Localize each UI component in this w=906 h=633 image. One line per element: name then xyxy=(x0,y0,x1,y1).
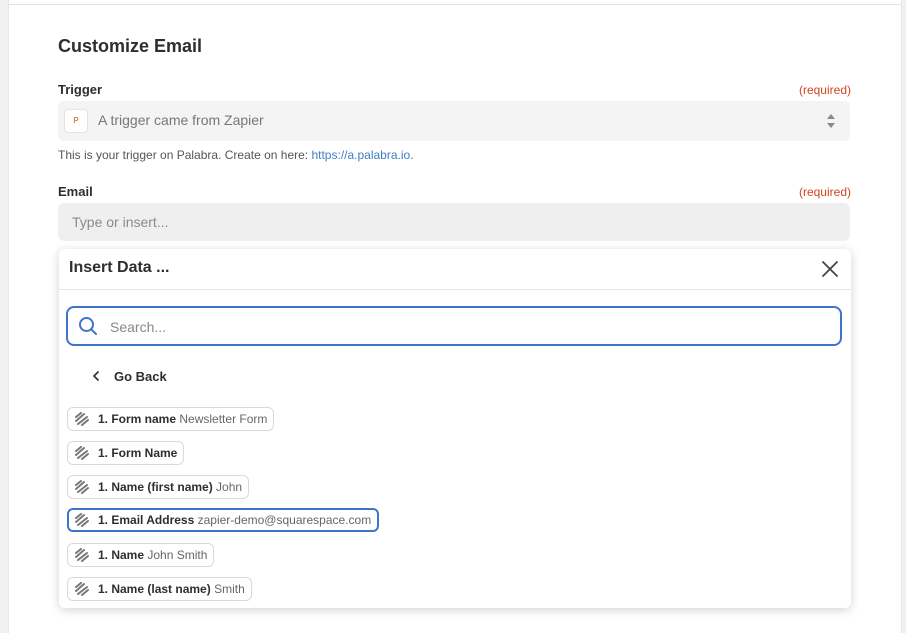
trigger-label: Trigger xyxy=(58,82,103,97)
trigger-value: A trigger came from Zapier xyxy=(98,112,264,128)
squarespace-icon xyxy=(75,480,89,494)
search-box xyxy=(66,306,842,346)
squarespace-icon xyxy=(75,446,89,460)
email-label: Email xyxy=(58,184,93,199)
list-item[interactable]: 1. Form name Newsletter Form xyxy=(67,407,275,431)
item-key: 1. Name (last name) xyxy=(98,582,211,596)
palabra-app-icon: P xyxy=(64,109,88,133)
list-item[interactable]: 1. Form Name xyxy=(67,441,185,465)
item-value: zapier-demo@squarespace.com xyxy=(197,513,372,527)
trigger-required-badge: (required) xyxy=(798,83,851,97)
list-item-selected[interactable]: 1. Email Address zapier-demo@squarespace… xyxy=(67,508,380,532)
item-key: 1. Form name xyxy=(98,412,177,426)
item-value: John Smith xyxy=(147,548,208,562)
go-back-button[interactable]: Go Back xyxy=(92,369,167,384)
sort-updown-icon xyxy=(827,114,835,128)
email-field[interactable]: Type or insert... xyxy=(58,203,850,241)
insert-data-title: Insert Data ... xyxy=(69,259,170,276)
squarespace-icon xyxy=(75,548,89,562)
palabra-link[interactable]: https://a.palabra.io xyxy=(311,148,410,162)
insert-data-dropdown: Insert Data ... Go Back 1. Form name New… xyxy=(59,249,851,608)
go-back-label: Go Back xyxy=(114,369,167,384)
list-item[interactable]: 1. Name (last name) Smith xyxy=(67,577,252,601)
list-item[interactable]: 1. Name John Smith xyxy=(67,543,215,567)
item-value: Newsletter Form xyxy=(179,412,268,426)
item-value: Smith xyxy=(214,582,245,596)
top-divider xyxy=(9,4,901,5)
page-title: Customize Email xyxy=(58,36,203,56)
close-icon[interactable] xyxy=(821,260,839,278)
trigger-helper-text: This is your trigger on Palabra. Create … xyxy=(58,148,414,162)
item-key: 1. Name xyxy=(98,548,145,562)
search-input[interactable] xyxy=(108,314,832,340)
chevron-left-icon xyxy=(92,369,106,384)
helper-text: This is your trigger on Palabra. Create … xyxy=(58,148,309,162)
item-key: 1. Form Name xyxy=(98,446,178,460)
squarespace-icon xyxy=(75,582,89,596)
list-item[interactable]: 1. Name (first name) John xyxy=(67,475,250,499)
customize-email-panel: Customize Email Trigger (required) P A t… xyxy=(8,0,902,633)
item-value: John xyxy=(216,480,243,494)
email-required-badge: (required) xyxy=(798,185,851,199)
squarespace-icon xyxy=(75,412,89,426)
search-icon xyxy=(79,317,97,335)
squarespace-icon xyxy=(75,513,89,527)
email-placeholder: Type or insert... xyxy=(72,214,169,230)
item-key: 1. Name (first name) xyxy=(98,480,213,494)
trigger-select[interactable]: P A trigger came from Zapier xyxy=(58,101,850,141)
insert-data-header: Insert Data ... xyxy=(59,249,851,290)
helper-end: . xyxy=(410,148,414,162)
item-key: 1. Email Address xyxy=(98,513,195,527)
